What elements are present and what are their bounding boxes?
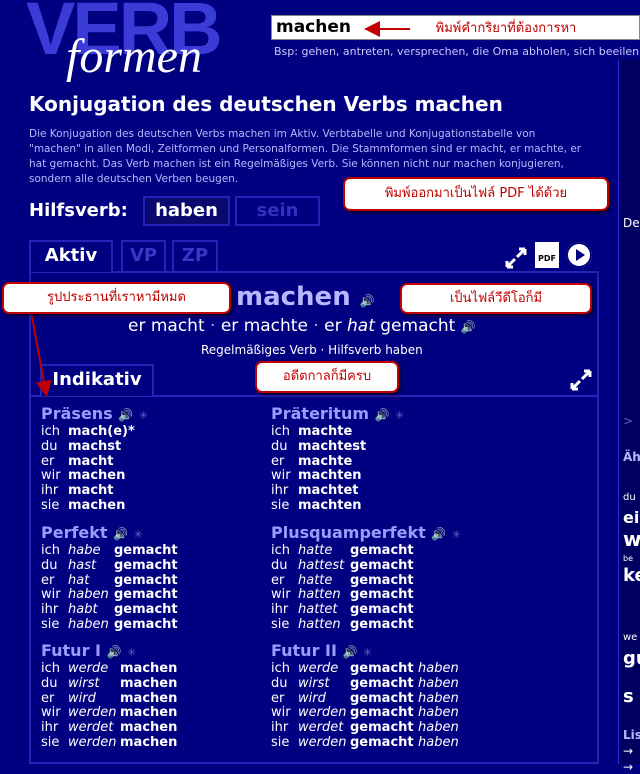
callout-search: พิมพ์คำกริยาที่ต้องการหา [435, 21, 577, 36]
callout-subject: รูปประธานที่เราหามีหมด [2, 282, 231, 314]
callout-past-tense: อดีตกาลก็มีครบ [255, 361, 399, 393]
callout-arrow-subject [29, 305, 52, 397]
callout-pdf: พิมพ์ออกมาเป็นไฟล์ PDF ได้ด้วย [343, 177, 609, 211]
callout-video: เป็นไฟล์วีดีโอก็มี [400, 283, 592, 314]
